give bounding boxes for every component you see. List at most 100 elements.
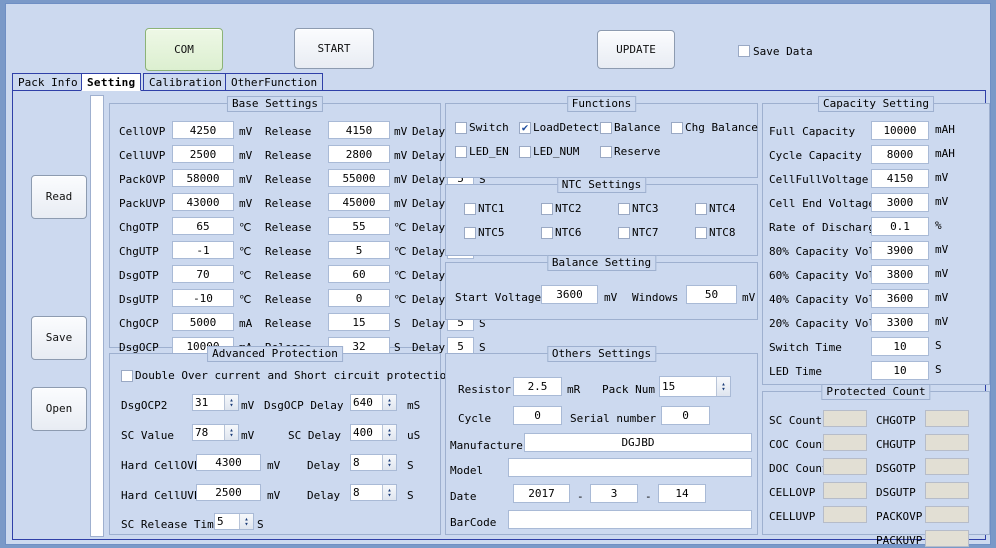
ntc-ntc4-row[interactable]: ✔NTC4: [695, 203, 736, 215]
ntc-ntc7-row[interactable]: ✔NTC7: [618, 227, 659, 239]
ntc-ntc3-checkbox[interactable]: ✔: [618, 203, 630, 215]
capacity-cycle-capacity-input[interactable]: 8000: [871, 145, 929, 164]
capacity-60-capacity-vol-input[interactable]: 3800: [871, 265, 929, 284]
date-day-input[interactable]: 14: [658, 484, 706, 503]
tab-calibration[interactable]: Calibration: [143, 73, 228, 91]
function-led-num-row[interactable]: ✔LED_NUM: [519, 146, 579, 158]
start-button[interactable]: START: [294, 28, 374, 69]
sc-delay-stepper[interactable]: 400 ▴▾: [350, 424, 397, 441]
function-led-en-row[interactable]: ✔LED_EN: [455, 146, 509, 158]
sc-value-stepper-arrows[interactable]: ▴▾: [224, 425, 238, 440]
capacity-80-capacity-vol-input[interactable]: 3900: [871, 241, 929, 260]
windows-input[interactable]: 50: [686, 285, 737, 304]
serial-number-input[interactable]: 0: [661, 406, 710, 425]
com-button[interactable]: COM: [145, 28, 223, 71]
sc-release-time-stepper-arrows[interactable]: ▴▾: [239, 514, 253, 529]
function-led-en-checkbox[interactable]: ✔: [455, 146, 467, 158]
hard-celluvp-delay-value[interactable]: 8: [351, 485, 382, 500]
ntc-ntc2-checkbox[interactable]: ✔: [541, 203, 553, 215]
function-balance-row[interactable]: ✔Balance: [600, 122, 660, 134]
function-switch-checkbox[interactable]: ✔: [455, 122, 467, 134]
ntc-ntc2-row[interactable]: ✔NTC2: [541, 203, 582, 215]
function-loaddetect-checkbox[interactable]: ✔: [519, 122, 531, 134]
start-voltage-input[interactable]: 3600: [541, 285, 598, 304]
save-button[interactable]: Save: [31, 316, 87, 360]
function-loaddetect-row[interactable]: ✔LoadDetect: [519, 122, 599, 134]
base-row-dsgutp-value[interactable]: -10: [172, 289, 234, 307]
model-input[interactable]: [508, 458, 752, 477]
dsgocp2-stepper[interactable]: 31 ▴▾: [192, 394, 239, 411]
sc-release-time-stepper[interactable]: 5 ▴▾: [214, 513, 254, 530]
hard-cellovp-delay-value[interactable]: 8: [351, 455, 382, 470]
ntc-ntc5-checkbox[interactable]: ✔: [464, 227, 476, 239]
tab-other-function[interactable]: OtherFunction: [225, 73, 323, 91]
function-balance-checkbox[interactable]: ✔: [600, 122, 612, 134]
base-row-dsgutp-release-value[interactable]: 0: [328, 289, 390, 307]
base-row-chgutp-value[interactable]: -1: [172, 241, 234, 259]
ntc-ntc1-checkbox[interactable]: ✔: [464, 203, 476, 215]
double-protection-checkbox[interactable]: ✔: [121, 370, 133, 382]
hard-cellovp-input[interactable]: 4300: [196, 454, 261, 471]
hard-cellovp-delay-stepper-arrows[interactable]: ▴▾: [382, 455, 396, 470]
base-row-packovp-value[interactable]: 58000: [172, 169, 234, 187]
base-row-packuvp-release-value[interactable]: 45000: [328, 193, 390, 211]
function-reserve-row[interactable]: ✔Reserve: [600, 146, 660, 158]
capacity-20-capacity-vol-input[interactable]: 3300: [871, 313, 929, 332]
tab-pack-info[interactable]: Pack Info: [12, 73, 84, 91]
capacity-full-capacity-input[interactable]: 10000: [871, 121, 929, 140]
function-chg-balance-row[interactable]: ✔Chg Balance: [671, 122, 758, 134]
base-row-celluvp-value[interactable]: 2500: [172, 145, 234, 163]
dsgocp-delay-value[interactable]: 640: [351, 395, 382, 410]
read-button[interactable]: Read: [31, 175, 87, 219]
sc-delay-value[interactable]: 400: [351, 425, 382, 440]
ntc-ntc7-checkbox[interactable]: ✔: [618, 227, 630, 239]
manufacturer-input[interactable]: DGJBD: [524, 433, 752, 452]
function-reserve-checkbox[interactable]: ✔: [600, 146, 612, 158]
pack-num-stepper-arrows[interactable]: ▴▾: [716, 377, 730, 396]
save-data-checkbox-row[interactable]: ✔ Save Data: [738, 44, 813, 58]
hard-celluvp-input[interactable]: 2500: [196, 484, 261, 501]
ntc-ntc1-row[interactable]: ✔NTC1: [464, 203, 505, 215]
ntc-ntc6-checkbox[interactable]: ✔: [541, 227, 553, 239]
pack-num-stepper[interactable]: 15 ▴▾: [659, 376, 731, 397]
base-row-dsgotp-release-value[interactable]: 60: [328, 265, 390, 283]
hard-celluvp-delay-stepper[interactable]: 8 ▴▾: [350, 484, 397, 501]
function-led-num-checkbox[interactable]: ✔: [519, 146, 531, 158]
base-row-chgocp-release-value[interactable]: 15: [328, 313, 390, 331]
base-row-packovp-release-value[interactable]: 55000: [328, 169, 390, 187]
ntc-ntc8-row[interactable]: ✔NTC8: [695, 227, 736, 239]
capacity-cell-end-voltage-input[interactable]: 3000: [871, 193, 929, 212]
sc-value-stepper[interactable]: 78 ▴▾: [192, 424, 239, 441]
base-row-packuvp-value[interactable]: 43000: [172, 193, 234, 211]
cycle-input[interactable]: 0: [513, 406, 562, 425]
hard-celluvp-delay-stepper-arrows[interactable]: ▴▾: [382, 485, 396, 500]
dsgocp2-stepper-arrows[interactable]: ▴▾: [224, 395, 238, 410]
sc-release-time-value[interactable]: 5: [215, 514, 239, 529]
ntc-ntc3-row[interactable]: ✔NTC3: [618, 203, 659, 215]
capacity-40-capacity-vol-input[interactable]: 3600: [871, 289, 929, 308]
base-row-chgotp-release-value[interactable]: 55: [328, 217, 390, 235]
sc-delay-stepper-arrows[interactable]: ▴▾: [382, 425, 396, 440]
dsgocp2-value[interactable]: 31: [193, 395, 224, 410]
ntc-ntc5-row[interactable]: ✔NTC5: [464, 227, 505, 239]
function-chg-balance-checkbox[interactable]: ✔: [671, 122, 683, 134]
ntc-ntc8-checkbox[interactable]: ✔: [695, 227, 707, 239]
save-data-checkbox[interactable]: ✔: [738, 45, 750, 57]
open-button[interactable]: Open: [31, 387, 87, 431]
barcode-input[interactable]: [508, 510, 752, 529]
base-row-celluvp-release-value[interactable]: 2800: [328, 145, 390, 163]
hard-cellovp-delay-stepper[interactable]: 8 ▴▾: [350, 454, 397, 471]
capacity-led-time-input[interactable]: 10: [871, 361, 929, 380]
resistor-input[interactable]: 2.5: [513, 377, 562, 396]
dsgocp-delay-stepper-arrows[interactable]: ▴▾: [382, 395, 396, 410]
update-button[interactable]: UPDATE: [597, 30, 675, 69]
base-row-dsgotp-value[interactable]: 70: [172, 265, 234, 283]
date-year-input[interactable]: 2017: [513, 484, 570, 503]
base-row-chgocp-value[interactable]: 5000: [172, 313, 234, 331]
dsgocp-delay-stepper[interactable]: 640 ▴▾: [350, 394, 397, 411]
capacity-rate-of-discharge-input[interactable]: 0.1: [871, 217, 929, 236]
pack-num-value[interactable]: 15: [660, 377, 716, 396]
base-row-cellovp-release-value[interactable]: 4150: [328, 121, 390, 139]
base-row-cellovp-value[interactable]: 4250: [172, 121, 234, 139]
capacity-switch-time-input[interactable]: 10: [871, 337, 929, 356]
